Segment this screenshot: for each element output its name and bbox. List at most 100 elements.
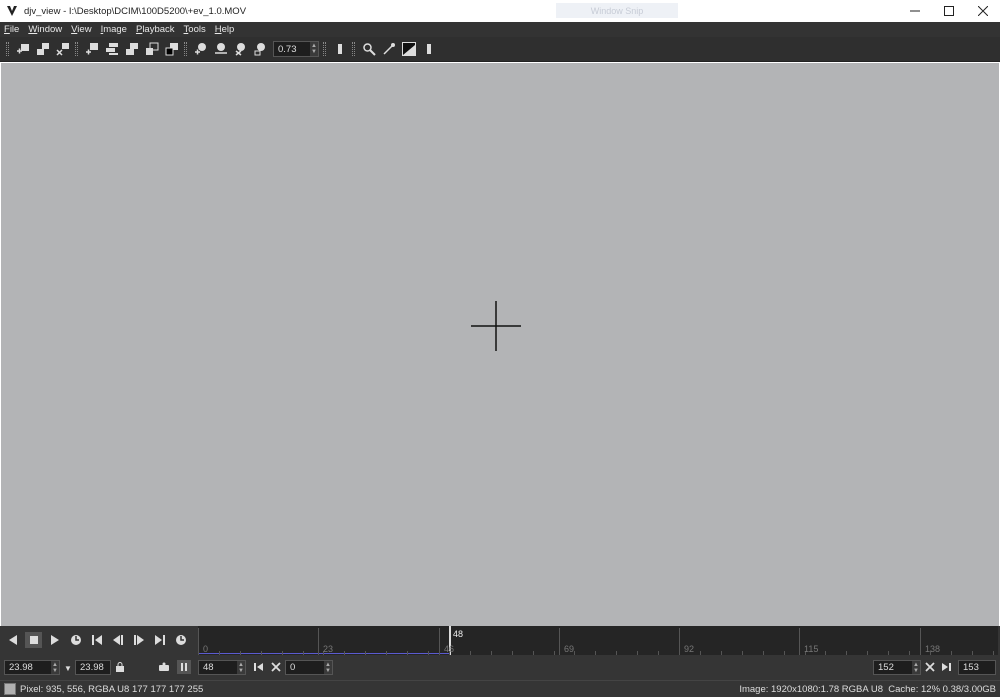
go-end-icon[interactable] [151,632,168,648]
color-picker-icon[interactable] [381,41,397,57]
pause-icon[interactable] [177,660,191,674]
menu-help[interactable]: Help [215,24,235,35]
in-point-value[interactable]: 0 [286,662,324,673]
zoom-in-icon[interactable] [193,41,209,57]
zoom-value[interactable]: 0.73 [274,44,310,55]
in-point-field[interactable]: 0 ▲ ▼ [285,660,333,675]
menu-tools[interactable]: Tools [184,24,206,35]
timeline-minor-tick [595,651,596,655]
timeline-minor-tick [616,651,617,655]
fill-icon[interactable] [144,41,160,57]
zoom-stepper[interactable]: ▲ ▼ [310,42,318,56]
timeline-major-tick [318,628,319,655]
minimize-icon[interactable] [898,0,932,22]
zoom-input[interactable]: 0.73 ▲ ▼ [273,41,319,57]
maximize-icon[interactable] [932,0,966,22]
actual-speed-field: 23.98 [75,660,111,675]
timeline-major-tick [559,628,560,655]
timeline-major-tick [198,628,199,655]
set-in-point-icon[interactable] [253,661,265,673]
pixel-info: Pixel: 935, 556, RGBA U8 177 177 177 255 [20,684,204,695]
timeline-tick-label: 0 [203,644,209,654]
timeline-minor-tick [574,651,575,655]
clear-out-point-icon[interactable] [924,661,936,673]
timeline-slider[interactable]: 48 0 23 46 69 92 115 138 [198,626,998,655]
clear-in-point-icon[interactable] [270,661,282,673]
go-start-icon[interactable] [88,632,105,648]
timeline-tick-label: 23 [323,644,334,654]
info-icon[interactable] [421,41,437,57]
timeline-minor-tick [972,651,973,655]
toolbar-grip-2[interactable] [75,42,78,56]
speed-dropdown-icon[interactable]: ▼ [62,662,74,674]
play-reverse-icon[interactable] [4,632,21,648]
prev-frame-icon[interactable] [109,632,126,648]
next-frame-icon[interactable] [130,632,147,648]
in-point-stepper[interactable]: ▲ ▼ [324,661,332,674]
out-point-field[interactable]: 152 ▲ ▼ [873,660,921,675]
zoom-reset-icon[interactable] [233,41,249,57]
record-icon[interactable] [158,661,170,673]
menu-window[interactable]: Window [28,24,62,35]
loop-icon[interactable] [67,632,84,648]
timeline-minor-tick [303,651,304,655]
fit-icon[interactable] [84,41,100,57]
frame-stepper[interactable]: ▲ ▼ [237,661,245,674]
new-window-icon[interactable] [15,41,31,57]
frame-value[interactable]: 48 [199,662,237,673]
out-point-value[interactable]: 152 [874,662,912,673]
timeline-tick-label: 115 [804,644,819,654]
zoom-out-icon[interactable] [213,41,229,57]
frame-field[interactable]: 48 ▲ ▼ [198,660,246,675]
copy-icon[interactable] [35,41,51,57]
menu-playback[interactable]: Playback [136,24,175,35]
fill-black-icon[interactable] [164,41,180,57]
toolbar-grip[interactable] [6,42,9,56]
window-title: djv_view - I:\Desktop\DCIM\100D5200\+ev_… [24,5,247,17]
playback-options-icon[interactable] [172,632,189,648]
menu-image[interactable]: Image [101,24,127,35]
toolbar-grip-3[interactable] [184,42,187,56]
image-viewport[interactable] [1,63,999,626]
toolbar-grip-5[interactable] [352,42,355,56]
play-forward-icon[interactable] [46,632,63,648]
set-out-point-icon[interactable] [940,661,952,673]
histogram-icon[interactable] [401,41,417,57]
speed-field[interactable]: 23.98 ▲ ▼ [4,660,60,675]
menu-bar: File Window View Image Playback Tools He… [0,22,1000,37]
menu-view[interactable]: View [71,24,91,35]
close-window-icon[interactable] [55,41,71,57]
menu-file[interactable]: File [4,24,19,35]
timeline-minor-tick [470,651,471,655]
duration-value: 153 [963,662,979,673]
lock-icon[interactable] [114,661,126,673]
timeline-tick-label: 69 [564,644,575,654]
toolbar-grip-4[interactable] [323,42,326,56]
toolbar: 0.73 ▲ ▼ [0,37,1000,62]
timeline-minor-tick [282,651,283,655]
timeline-minor-tick [407,651,408,655]
stack-icon[interactable] [104,41,120,57]
timeline-minor-tick [491,651,492,655]
timeline-minor-tick [365,651,366,655]
close-icon[interactable] [966,0,1000,22]
actual-speed-value: 23.98 [80,662,104,673]
playback-panel: 48 0 23 46 69 92 115 138 23.98 ▲ ▼ ▼ 23.98 48 ▲… [0,626,1000,680]
timeline-minor-tick [512,651,513,655]
pixel-color-swatch [4,683,16,695]
stack-2-icon[interactable] [124,41,140,57]
timeline-minor-tick [721,651,722,655]
out-point-stepper[interactable]: ▲ ▼ [912,661,920,674]
timeline-major-tick [799,628,800,655]
zoom-fit-icon[interactable] [253,41,269,57]
status-bar: Pixel: 935, 556, RGBA U8 177 177 177 255… [0,680,1000,697]
speed-value[interactable]: 23.98 [5,662,51,673]
speed-stepper[interactable]: ▲ ▼ [51,661,59,674]
stop-icon[interactable] [25,632,42,648]
app-logo-icon [7,6,17,16]
timeline-minor-tick [867,651,868,655]
slider-icon[interactable] [332,41,348,57]
timeline-minor-tick [742,651,743,655]
timeline-tick-label: 138 [925,644,941,654]
magnify-icon[interactable] [361,41,377,57]
